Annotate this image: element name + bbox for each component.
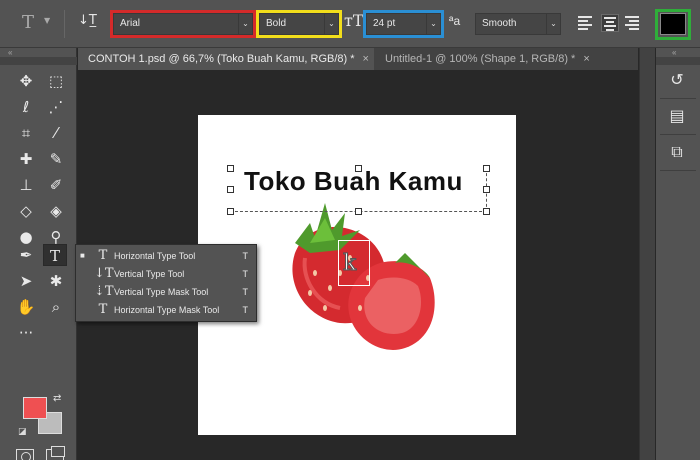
screen-mode-icon[interactable] — [46, 446, 65, 460]
menu-item-horizontal-type-mask[interactable]: T Horizontal Type Mask Tool T — [76, 301, 256, 319]
custom-shape-icon[interactable]: ✱ — [44, 270, 68, 292]
menu-item-label: Vertical Type Mask Tool — [114, 287, 209, 297]
horizontal-type-icon: T — [98, 248, 108, 263]
crop-icon[interactable]: ⌗ — [14, 122, 38, 144]
shortcut-key: T — [242, 251, 249, 261]
tab-label: CONTOH 1.psd @ 66,7% (Toko Buah Kamu, RG… — [88, 53, 355, 65]
selected-bullet-icon: ■ — [80, 251, 85, 260]
close-icon[interactable]: × — [363, 48, 369, 70]
eyedropper-icon[interactable]: ⁄ — [44, 122, 68, 144]
divider — [64, 10, 65, 38]
panel-header — [656, 57, 700, 65]
document-tabs: CONTOH 1.psd @ 66,7% (Toko Buah Kamu, RG… — [78, 48, 638, 70]
menu-item-label: Horizontal Type Tool — [114, 251, 196, 261]
clone-stamp-icon[interactable]: ⊥ — [14, 174, 38, 196]
type-tool-flyout: ■ T Horizontal Type Tool T ↓T Vertical T… — [75, 244, 257, 322]
divider — [660, 98, 696, 99]
horizontal-type-mask-icon: T — [98, 302, 108, 317]
type-cursor-icon: k — [342, 251, 357, 277]
tab-label: Untitled-1 @ 100% (Shape 1, RGB/8) * — [385, 53, 576, 65]
collapse-icon[interactable]: « — [672, 48, 676, 57]
align-left-icon[interactable] — [578, 14, 596, 32]
menu-item-label: Vertical Type Tool — [114, 269, 185, 279]
more-tools-icon[interactable]: ··· — [14, 322, 38, 344]
tab-untitled-1[interactable]: Untitled-1 @ 100% (Shape 1, RGB/8) * × — [375, 48, 597, 70]
zoom-icon[interactable]: ⌕ — [44, 296, 68, 318]
antialias-dropdown[interactable]: Smooth ⌄ — [475, 13, 561, 35]
shortcut-key: T — [242, 305, 249, 315]
font-style-highlight — [256, 10, 342, 38]
text-layer-content[interactable]: Toko Buah Kamu — [244, 166, 463, 197]
transform-handle[interactable] — [355, 208, 362, 215]
transform-handle[interactable] — [483, 186, 490, 193]
path-selection-icon[interactable]: ➤ — [14, 270, 38, 292]
history-brush-icon[interactable]: ✐ — [44, 174, 68, 196]
align-center-icon[interactable] — [601, 14, 619, 32]
tool-preset-picker[interactable]: T ▼ — [22, 12, 52, 34]
tab-contoh-1[interactable]: CONTOH 1.psd @ 66,7% (Toko Buah Kamu, RG… — [78, 48, 374, 70]
transform-handle[interactable] — [227, 165, 234, 172]
shortcut-key: T — [242, 269, 249, 279]
shortcut-key: T — [242, 287, 249, 297]
default-colors-icon[interactable]: ◪ — [18, 426, 27, 437]
transform-handle[interactable] — [483, 208, 490, 215]
vertical-type-mask-icon: ⇣T — [94, 284, 114, 299]
font-family-highlight — [110, 10, 256, 38]
menu-item-vertical-type[interactable]: ↓T Vertical Type Tool T — [76, 265, 256, 283]
pen-icon[interactable]: ✒ — [14, 244, 38, 266]
move-icon[interactable]: ✥ — [14, 70, 38, 92]
right-panel-dock: « ↺ ▤ ⧉ — [656, 48, 700, 460]
chevron-down-icon: ⌄ — [546, 14, 560, 34]
tools-panel: « ✥ ⬚ ℓ ⋰ ⌗ ⁄ ✚ ✎ ⊥ ✐ ◇ ◈ ● ⚲ ✒ T ➤ ✱ ✋ … — [0, 48, 77, 460]
healing-brush-icon[interactable]: ✚ — [14, 148, 38, 170]
toggle-orientation-icon[interactable]: ↓T̲ — [78, 13, 97, 28]
type-tool-icon: T — [22, 12, 35, 33]
type-icon[interactable]: T — [43, 244, 67, 266]
panel-header — [0, 57, 77, 65]
transform-handle[interactable] — [483, 165, 490, 172]
antialias-icon: ªa — [449, 14, 461, 28]
paint-bucket-icon[interactable]: ◈ — [44, 200, 68, 222]
panel-dock-divider[interactable] — [639, 48, 655, 460]
hand-icon[interactable]: ✋ — [14, 296, 38, 318]
text-color-highlight — [655, 9, 691, 40]
transform-handle[interactable] — [227, 186, 234, 193]
menu-item-vertical-type-mask[interactable]: ⇣T Vertical Type Mask Tool T — [76, 283, 256, 301]
menu-item-label: Horizontal Type Mask Tool — [114, 305, 220, 315]
foreground-color-swatch[interactable] — [23, 397, 47, 419]
divider — [660, 170, 696, 171]
swap-colors-icon[interactable]: ⇄ — [53, 393, 61, 404]
menu-item-horizontal-type[interactable]: ■ T Horizontal Type Tool T — [76, 247, 256, 265]
chevron-down-icon: ▼ — [44, 16, 51, 25]
brush-icon[interactable]: ✎ — [44, 148, 68, 170]
quick-selection-icon[interactable]: ⋰ — [44, 96, 68, 118]
eraser-icon[interactable]: ◇ — [14, 200, 38, 222]
layers-icon[interactable]: ⧉ — [666, 142, 688, 164]
options-bar: T ▼ ↓T̲ Arial ⌄ Bold ⌄ ᴛT 24 pt ⌄ ªa Smoo… — [0, 0, 700, 48]
align-right-icon[interactable] — [625, 14, 643, 32]
history-icon[interactable]: ↺ — [666, 70, 688, 92]
close-icon[interactable]: × — [583, 48, 589, 70]
divider — [660, 134, 696, 135]
font-size-icon: ᴛT — [344, 11, 364, 30]
marquee-icon[interactable]: ⬚ — [44, 70, 68, 92]
antialias-value: Smooth — [482, 18, 517, 29]
lasso-icon[interactable]: ℓ — [14, 96, 38, 118]
font-size-highlight — [363, 10, 444, 38]
properties-icon[interactable]: ▤ — [666, 106, 688, 128]
quick-mask-icon[interactable] — [16, 449, 34, 460]
transform-handle[interactable] — [227, 208, 234, 215]
collapse-icon[interactable]: « — [8, 48, 12, 57]
vertical-type-icon: ↓T — [94, 266, 114, 281]
